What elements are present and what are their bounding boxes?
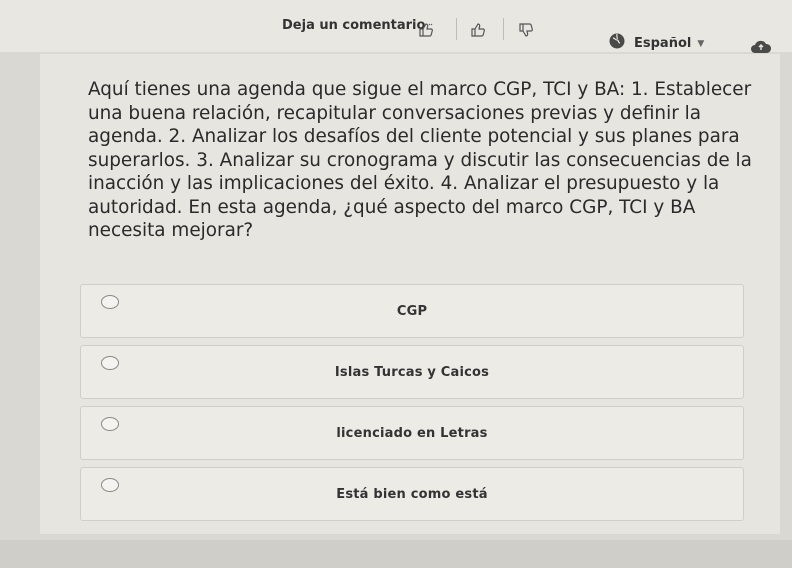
thumbs-up-icon[interactable] (418, 22, 434, 38)
thumbs-up-outline-icon[interactable] (470, 22, 486, 38)
radio-button[interactable] (101, 356, 119, 370)
feedback-label: Deja un comentario (282, 18, 426, 33)
answer-option-1[interactable]: CGP (80, 284, 744, 338)
answer-options: CGP Islas Turcas y Caicos licenciado en … (80, 284, 744, 528)
option-label: Está bien como está (336, 486, 488, 502)
option-label: CGP (396, 303, 428, 319)
page-bottom (0, 540, 792, 568)
cloud-upload-icon[interactable] (750, 38, 772, 54)
radio-button[interactable] (101, 417, 119, 431)
thumbs-down-icon[interactable] (518, 22, 534, 38)
answer-option-3[interactable]: licenciado en Letras (80, 406, 744, 460)
toolbar: Deja un comentario Español ▼ (0, 0, 792, 54)
radio-button[interactable] (101, 295, 119, 309)
chevron-down-icon: ▼ (697, 38, 705, 49)
option-label: licenciado en Letras (336, 425, 488, 441)
language-selector[interactable]: Español ▼ (634, 36, 704, 51)
option-label: Islas Turcas y Caicos (334, 364, 490, 380)
answer-option-2[interactable]: Islas Turcas y Caicos (80, 345, 744, 399)
globe-icon[interactable] (608, 32, 626, 50)
toolbar-separator (503, 18, 504, 40)
radio-button[interactable] (101, 478, 119, 492)
language-label: Español (634, 36, 692, 51)
toolbar-separator (456, 18, 457, 40)
question-text: Aquí tienes una agenda que sigue el marc… (88, 79, 752, 241)
answer-option-4[interactable]: Está bien como está (80, 467, 744, 521)
